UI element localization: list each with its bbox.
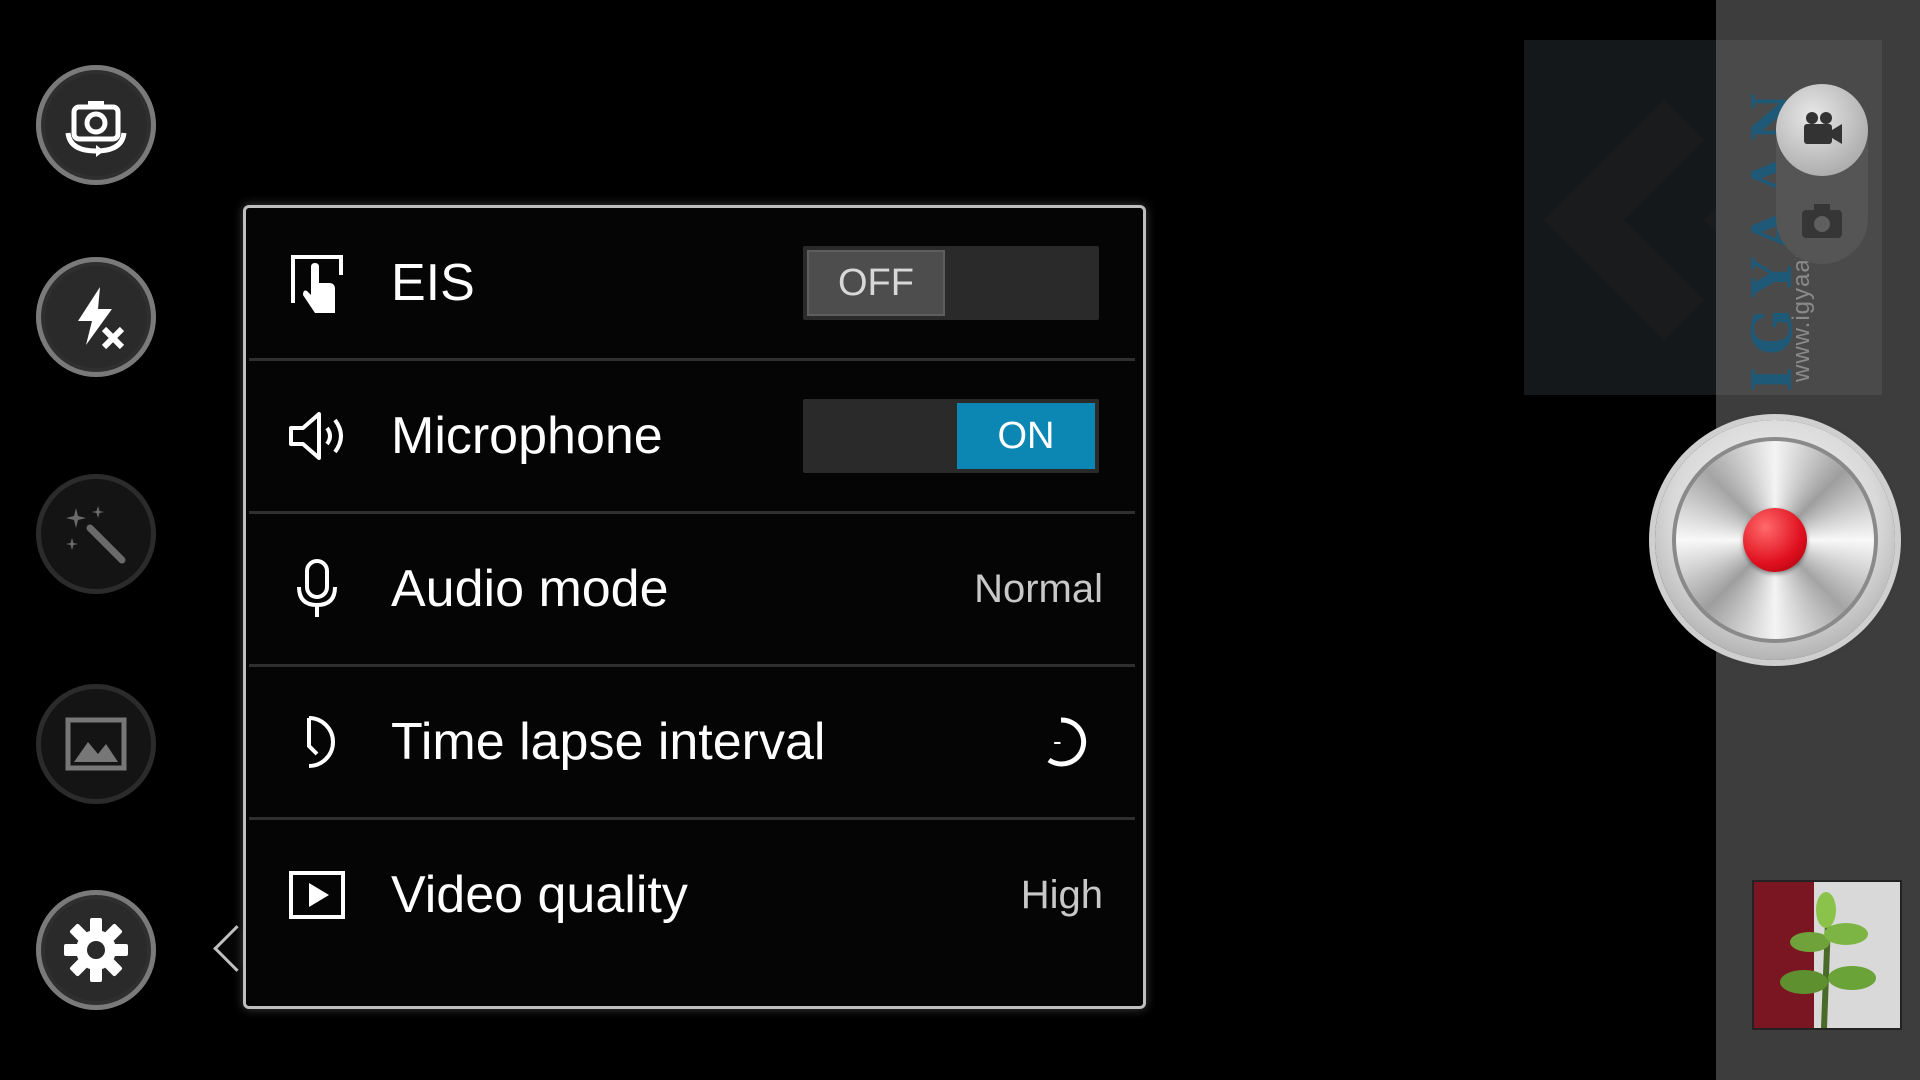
record-icon bbox=[1743, 508, 1807, 572]
flash-button[interactable] bbox=[36, 257, 156, 377]
last-capture-thumbnail[interactable] bbox=[1752, 880, 1902, 1030]
eis-toggle-state: OFF bbox=[807, 250, 945, 316]
timer-icon bbox=[285, 710, 349, 774]
settings-button[interactable] bbox=[36, 890, 156, 1010]
microphone-icon bbox=[285, 557, 349, 621]
setting-row-microphone[interactable]: Microphone ON bbox=[249, 361, 1135, 514]
switch-camera-button[interactable] bbox=[36, 65, 156, 185]
time-lapse-value: - bbox=[1039, 714, 1095, 770]
settings-panel: EIS OFF Microphone ON Audio mode Normal bbox=[243, 205, 1146, 1009]
record-button[interactable] bbox=[1655, 420, 1895, 660]
audio-mode-label: Audio mode bbox=[391, 560, 669, 618]
video-mode-button[interactable] bbox=[1776, 84, 1868, 176]
camera-icon bbox=[1802, 204, 1842, 238]
speaker-icon bbox=[285, 404, 349, 468]
video-quality-icon bbox=[285, 863, 349, 927]
microphone-toggle-state: ON bbox=[957, 403, 1095, 469]
eis-icon bbox=[285, 251, 349, 315]
microphone-toggle[interactable]: ON bbox=[803, 399, 1099, 473]
setting-row-eis[interactable]: EIS OFF bbox=[249, 208, 1135, 361]
time-lapse-value-text: - bbox=[1053, 726, 1062, 756]
video-quality-value: High bbox=[1020, 872, 1103, 917]
setting-row-video-quality[interactable]: Video quality High bbox=[249, 820, 1135, 970]
gallery-button[interactable] bbox=[36, 684, 156, 804]
video-camera-icon bbox=[1804, 112, 1842, 144]
video-quality-label: Video quality bbox=[391, 866, 688, 924]
photo-mode-button[interactable] bbox=[1794, 194, 1850, 250]
audio-mode-value: Normal bbox=[974, 566, 1103, 611]
switch-camera-icon bbox=[65, 101, 127, 157]
gallery-icon bbox=[65, 717, 127, 771]
settings-icon bbox=[64, 918, 128, 982]
effects-button[interactable] bbox=[36, 474, 156, 594]
effects-icon bbox=[66, 506, 126, 564]
time-lapse-off-icon: - bbox=[1047, 717, 1087, 767]
time-lapse-label: Time lapse interval bbox=[391, 713, 826, 771]
eis-label: EIS bbox=[391, 254, 475, 312]
setting-row-audio-mode[interactable]: Audio mode Normal bbox=[249, 514, 1135, 667]
setting-row-time-lapse[interactable]: Time lapse interval - bbox=[249, 667, 1135, 820]
microphone-label: Microphone bbox=[391, 407, 663, 465]
flash-off-icon bbox=[78, 287, 125, 350]
eis-toggle[interactable]: OFF bbox=[803, 246, 1099, 320]
